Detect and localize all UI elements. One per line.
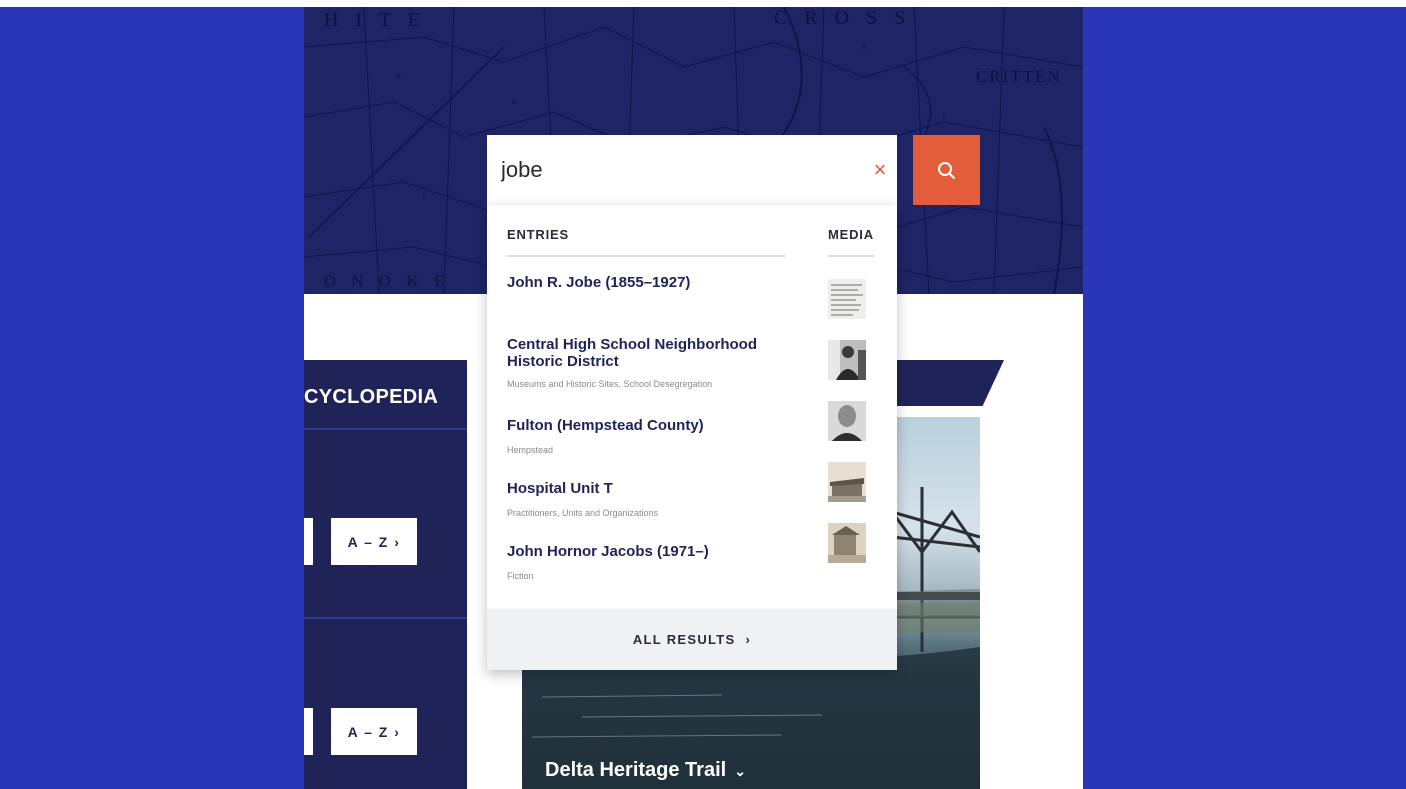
- browse-button-partial[interactable]: [304, 708, 313, 755]
- result-title[interactable]: John Hornor Jacobs (1971–): [507, 543, 777, 560]
- divider: [304, 617, 467, 619]
- encyclopedia-panel: CYCLOPEDIA A – Z › A – Z ›: [304, 360, 467, 789]
- result-category: Practitioners, Units and Organizations: [507, 508, 659, 518]
- media-thumbnail[interactable]: [828, 279, 866, 319]
- media-thumbnail[interactable]: [828, 340, 866, 380]
- result-title[interactable]: John R. Jobe (1855–1927): [507, 274, 777, 291]
- result-category: Museums and Historic Sites, School Deseg…: [507, 379, 713, 389]
- entries-header: ENTRIES: [507, 227, 569, 242]
- search-button[interactable]: [913, 135, 980, 205]
- chevron-down-icon: ⌄: [734, 763, 746, 779]
- feature-caption-text: Delta Heritage Trail: [545, 759, 727, 781]
- search-bar: ×: [487, 135, 897, 205]
- search-input[interactable]: [501, 151, 841, 189]
- map-label: O N O K E: [324, 273, 450, 290]
- map-label: C R O S S: [774, 7, 912, 29]
- a-z-button[interactable]: A – Z ›: [331, 708, 417, 755]
- result-category: Fiction: [507, 571, 534, 581]
- page-viewport: H I T E C R O S S CRITTEN O N O K E CYCL…: [304, 7, 1083, 789]
- divider: [507, 255, 786, 257]
- media-thumbnail[interactable]: [828, 523, 866, 563]
- divider: [304, 428, 467, 430]
- panel-title: CYCLOPEDIA: [304, 386, 439, 408]
- all-results-label: ALL RESULTS: [632, 632, 736, 647]
- screenshot-top-border: [0, 0, 1406, 7]
- chevron-right-icon: ›: [745, 632, 752, 647]
- all-results-button[interactable]: ALL RESULTS ›: [487, 609, 897, 670]
- media-thumbnail[interactable]: [828, 462, 866, 502]
- result-title[interactable]: Fulton (Hempstead County): [507, 417, 777, 434]
- map-label: CRITTEN: [976, 67, 1062, 86]
- feature-banner: [897, 360, 1004, 406]
- result-title[interactable]: Hospital Unit T: [507, 480, 777, 497]
- media-header: MEDIA: [828, 227, 874, 242]
- a-z-button[interactable]: A – Z ›: [331, 518, 417, 565]
- browse-button-partial[interactable]: [304, 518, 313, 565]
- map-label: H I T E: [324, 9, 426, 31]
- search-results-dropdown: ENTRIES MEDIA John R. Jobe (1855–1927) C…: [487, 205, 897, 670]
- search-icon: [938, 162, 955, 179]
- close-icon[interactable]: ×: [868, 155, 892, 185]
- feature-caption[interactable]: Delta Heritage Trail ⌄: [545, 759, 746, 782]
- divider: [828, 255, 875, 257]
- result-title[interactable]: Central High School Neighborhood Histori…: [507, 336, 777, 370]
- result-category: Hempstead: [507, 445, 554, 455]
- media-thumbnail[interactable]: [828, 401, 866, 441]
